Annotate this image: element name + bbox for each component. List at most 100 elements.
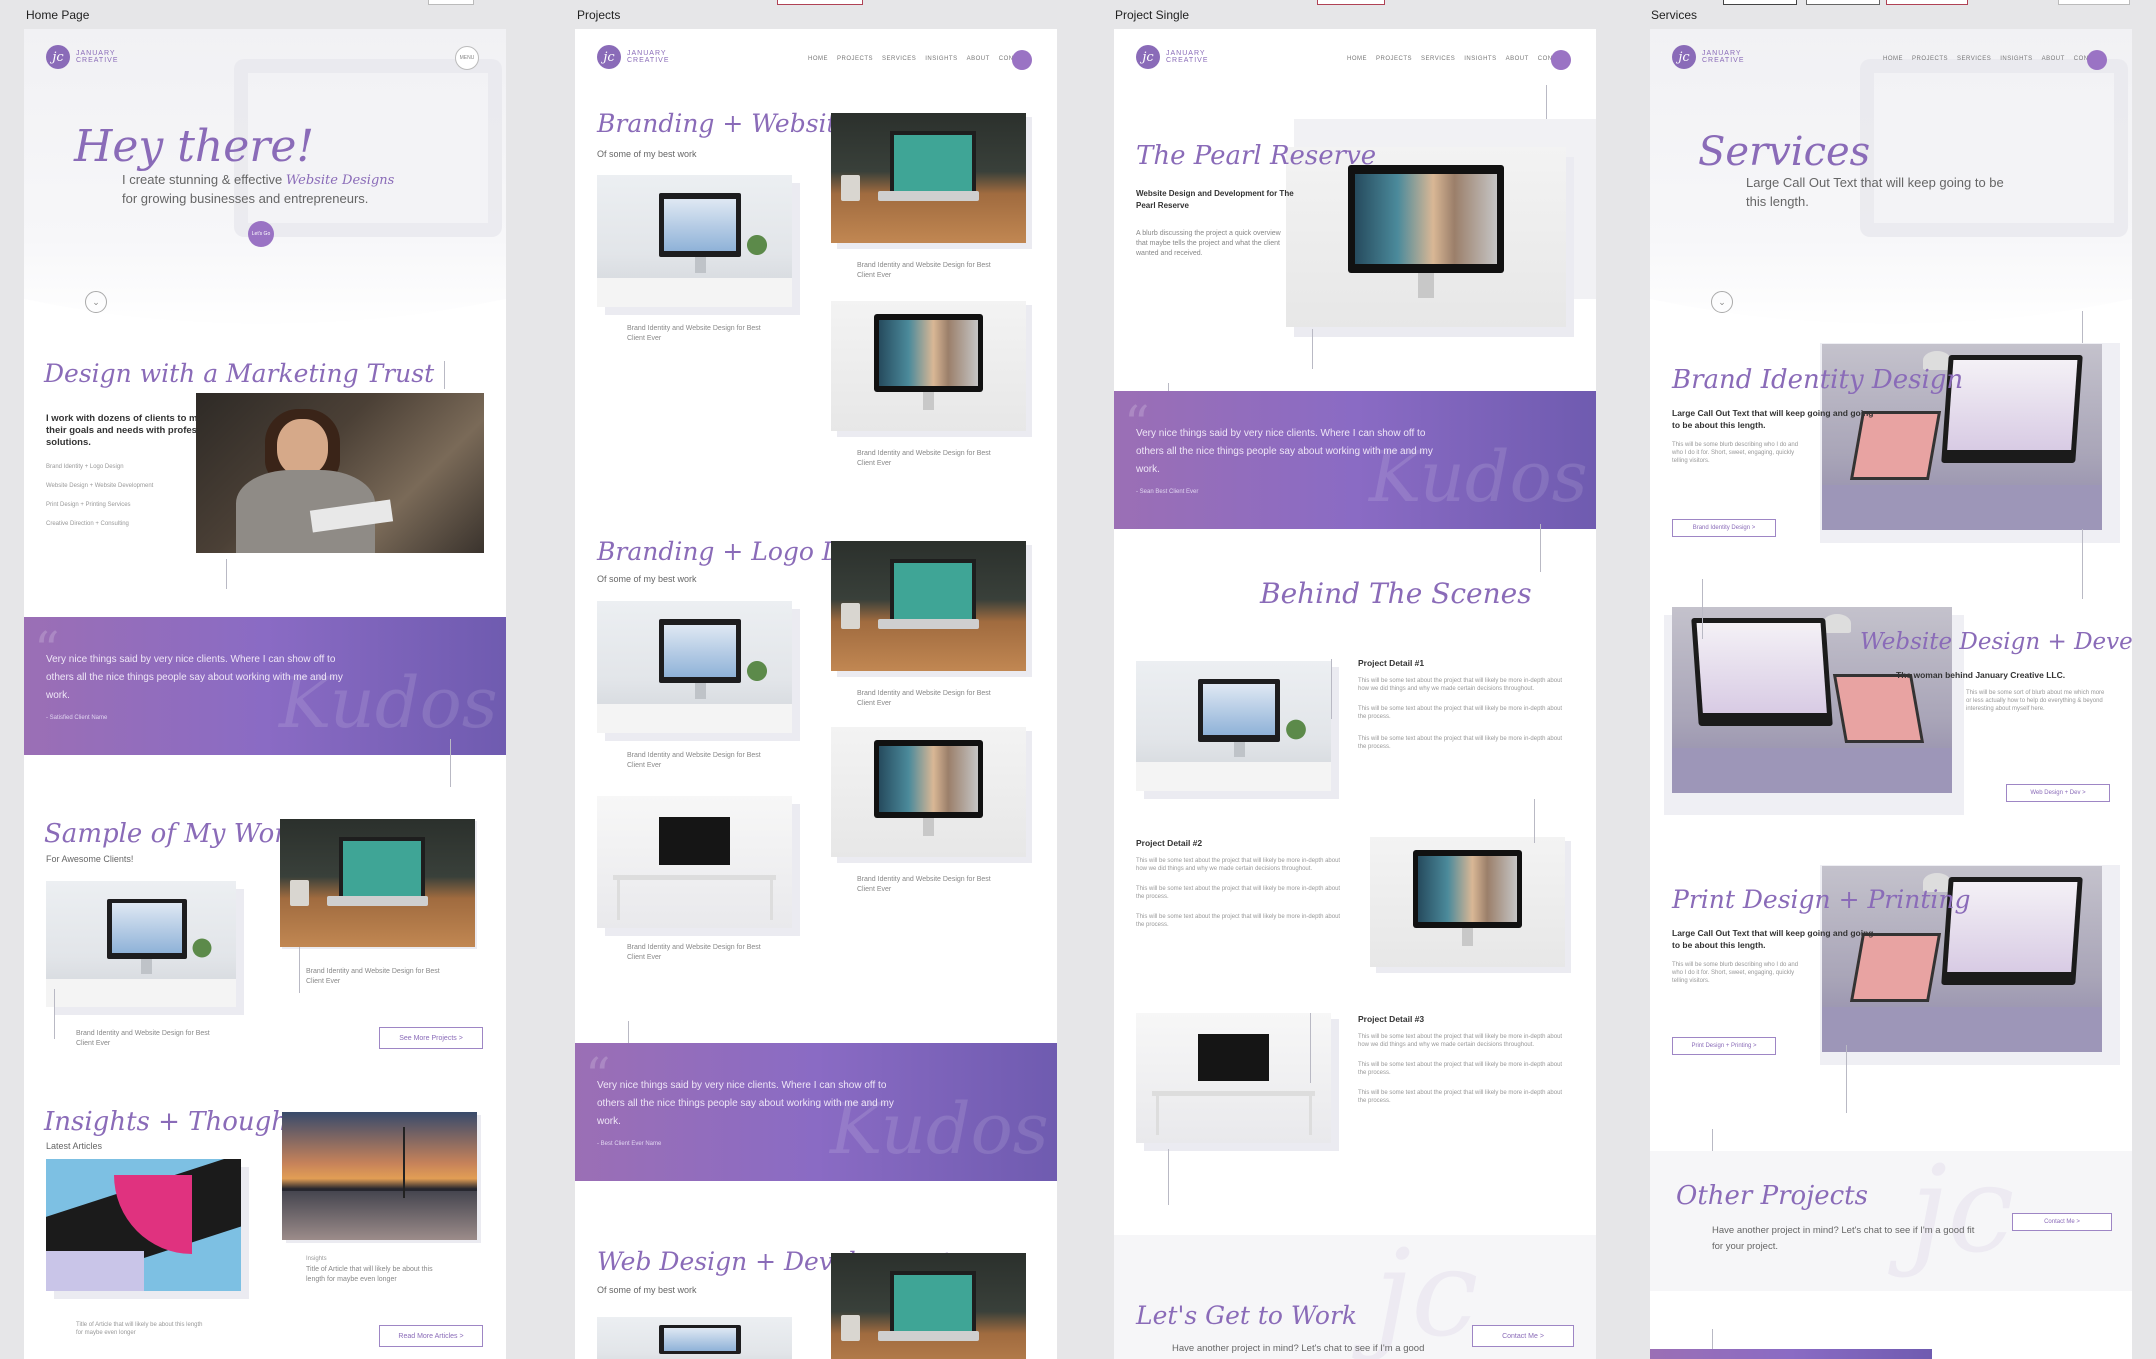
- service-link-button[interactable]: Web Design + Dev >: [2006, 784, 2110, 802]
- contact-me-button[interactable]: Contact Me >: [1472, 1325, 1574, 1347]
- service-body: This will be some blurb describing who I…: [1672, 962, 1799, 984]
- project-caption: Brand Identity and Website Design for Be…: [857, 690, 991, 707]
- insights-subtitle: Latest Articles: [46, 1141, 103, 1151]
- article-title[interactable]: Title of Article that will likely be abo…: [306, 1265, 446, 1285]
- project-detail-title: Project Detail #2: [1136, 838, 1203, 848]
- project-caption: Brand Identity and Website Design for Be…: [857, 450, 991, 467]
- nav-projects[interactable]: PROJECTS: [1376, 56, 1412, 62]
- cta-body: Have another project in mind? Let's chat…: [1172, 1343, 1425, 1354]
- scroll-down-icon[interactable]: ⌄: [85, 291, 107, 313]
- scroll-down-icon[interactable]: ⌄: [1711, 291, 1733, 313]
- nav-services[interactable]: SERVICES: [1957, 56, 1991, 62]
- section-subtitle: Of some of my best work: [597, 574, 697, 584]
- project-caption: Brand Identity and Website Design for Be…: [627, 325, 761, 342]
- project-detail-title: Project Detail #3: [1358, 1014, 1425, 1024]
- kudos-quote: Very nice things said by very nice clien…: [597, 1080, 894, 1127]
- site-logo[interactable]: jc JANUARY CREATIVE: [1136, 45, 1208, 69]
- site-logo[interactable]: jc JANUARY CREATIVE: [597, 45, 669, 69]
- nav-projects[interactable]: PROJECTS: [837, 56, 873, 62]
- project-image[interactable]: [597, 796, 792, 928]
- service-link-button[interactable]: Brand Identity Design >: [1672, 519, 1776, 537]
- nav-home[interactable]: HOME: [1347, 56, 1367, 62]
- service-title: Website Design + Development: [1860, 629, 2132, 655]
- project-detail-text: This will be some text about the project…: [1136, 914, 1341, 928]
- top-tab[interactable]: [1806, 0, 1880, 5]
- detail-image[interactable]: [1136, 1013, 1331, 1143]
- service-callout: Large Call Out Text that will keep going…: [1672, 928, 1874, 950]
- project-image[interactable]: [831, 541, 1026, 671]
- section-subtitle: Of some of my best work: [597, 149, 697, 159]
- kudos-banner: “ Kudos Very nice things said by very ni…: [575, 1043, 1057, 1181]
- other-projects-body: Have another project in mind? Let's chat…: [1712, 1225, 1975, 1252]
- trust-list-item: Brand Identity + Logo Design: [46, 464, 124, 470]
- contact-me-button[interactable]: Contact Me >: [2012, 1213, 2112, 1231]
- nav-insights[interactable]: INSIGHTS: [1464, 56, 1496, 62]
- nav-insights[interactable]: INSIGHTS: [925, 56, 957, 62]
- hero-line-2: for growing businesses and entrepreneurs…: [122, 191, 369, 206]
- menu-icon[interactable]: [2087, 50, 2107, 70]
- artboard-label-services: Services: [1651, 8, 1698, 22]
- services-callout: Large Call Out Text that will keep going…: [1746, 175, 2004, 209]
- nav-about[interactable]: ABOUT: [1506, 56, 1529, 62]
- article-image[interactable]: [282, 1112, 477, 1240]
- project-detail-text: This will be some text about the project…: [1358, 736, 1563, 750]
- top-tab[interactable]: [1317, 0, 1385, 5]
- project-image[interactable]: [597, 601, 792, 733]
- nav-services[interactable]: SERVICES: [882, 56, 916, 62]
- top-tab[interactable]: [777, 0, 863, 5]
- article-image[interactable]: [46, 1159, 241, 1291]
- trust-list-item: Creative Direction + Consulting: [46, 521, 129, 527]
- other-watermark: jc: [1910, 1141, 2015, 1280]
- divider: [1702, 579, 1703, 639]
- main-nav: HOME PROJECTS SERVICES INSIGHTS ABOUT CO…: [808, 56, 1031, 62]
- sample-project-image[interactable]: [46, 881, 236, 1007]
- logo-text: JANUARY CREATIVE: [1702, 50, 1745, 64]
- sample-subtitle: For Awesome Clients!: [46, 854, 134, 864]
- site-logo[interactable]: jc JANUARY CREATIVE: [1672, 45, 1744, 69]
- project-image[interactable]: [831, 301, 1026, 431]
- artboard-projects: jc JANUARY CREATIVE HOME PROJECTS SERVICE…: [575, 29, 1057, 1359]
- detail-image[interactable]: [1370, 837, 1565, 967]
- menu-icon[interactable]: [1012, 50, 1032, 70]
- top-tab[interactable]: [1723, 0, 1797, 5]
- sample-project-image[interactable]: [280, 819, 475, 947]
- nav-about[interactable]: ABOUT: [967, 56, 990, 62]
- project-image[interactable]: [831, 727, 1026, 857]
- service-link-button[interactable]: Print Design + Printing >: [1672, 1037, 1776, 1055]
- nav-home[interactable]: HOME: [1883, 56, 1903, 62]
- project-image[interactable]: [597, 175, 792, 307]
- nav-insights[interactable]: INSIGHTS: [2000, 56, 2032, 62]
- divider: [1168, 1149, 1169, 1205]
- service-body: This will be some blurb describing who I…: [1672, 442, 1799, 464]
- project-caption: Brand Identity and Website Design for Be…: [627, 752, 761, 769]
- logo-text: JANUARY CREATIVE: [76, 50, 119, 64]
- services-title: Services: [1698, 129, 1871, 175]
- kudos-author: - Satisfied Client Name: [46, 715, 108, 721]
- top-tab[interactable]: [2058, 0, 2130, 5]
- detail-image[interactable]: [1136, 661, 1331, 791]
- project-detail-text: This will be some text about the project…: [1358, 678, 1563, 692]
- nav-services[interactable]: SERVICES: [1421, 56, 1455, 62]
- section-subtitle: Of some of my best work: [597, 1285, 697, 1295]
- article-title[interactable]: Title of Article that will likely be abo…: [76, 1321, 206, 1337]
- trust-video-image[interactable]: [196, 393, 484, 553]
- site-logo[interactable]: jc JANUARY CREATIVE: [46, 45, 118, 69]
- project-image[interactable]: [831, 1253, 1026, 1359]
- project-image[interactable]: [597, 1317, 792, 1359]
- read-more-articles-button[interactable]: Read More Articles >: [379, 1325, 483, 1347]
- cta-title: Let's Get to Work: [1136, 1301, 1358, 1330]
- top-tab[interactable]: [428, 0, 474, 5]
- nav-home[interactable]: HOME: [808, 56, 828, 62]
- hero-cta-button[interactable]: Let's Go: [248, 221, 274, 247]
- top-tab[interactable]: [1886, 0, 1968, 5]
- menu-button[interactable]: MENU: [455, 46, 479, 70]
- artboard-label-home: Home Page: [26, 8, 90, 22]
- kudos-author: - Best Client Ever Name: [597, 1141, 662, 1147]
- project-image[interactable]: [831, 113, 1026, 243]
- nav-about[interactable]: ABOUT: [2042, 56, 2065, 62]
- divider: [450, 739, 451, 787]
- see-more-projects-button[interactable]: See More Projects >: [379, 1027, 483, 1049]
- sample-caption: Brand Identity and Website Design for Be…: [306, 968, 440, 985]
- nav-projects[interactable]: PROJECTS: [1912, 56, 1948, 62]
- menu-icon[interactable]: [1551, 50, 1571, 70]
